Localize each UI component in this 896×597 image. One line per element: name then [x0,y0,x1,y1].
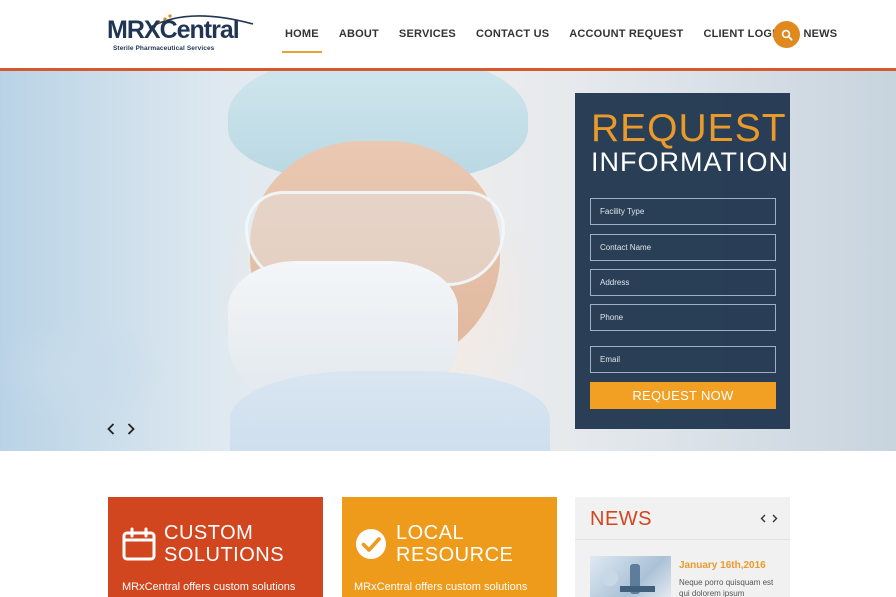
chevron-left-icon [760,514,766,522]
logo-wordmark: MRXCentral [107,16,240,44]
news-prev-button[interactable] [758,512,768,524]
main-nav: HOME ABOUT SERVICES CONTACT US ACCOUNT R… [275,0,847,68]
custom-solutions-box[interactable]: CUSTOM SOLUTIONS MRxCentral offers custo… [108,497,323,597]
news-thumbnail[interactable] [590,556,671,597]
news-date: January 16th,2016 [679,560,766,571]
contact-name-field[interactable] [590,234,776,261]
site-header: MRXCentral Sterile Pharmaceutical Servic… [0,0,896,68]
form-title-request: REQUEST [591,107,787,150]
microscope-image [602,564,655,594]
local-title-line1: LOCAL [396,522,465,544]
phone-field[interactable] [590,304,776,331]
search-icon [781,29,793,41]
custom-title-line1: CUSTOM [164,522,254,544]
news-excerpt: Neque porro quisquam est qui dolorem ips… [679,578,774,597]
logo[interactable]: MRXCentral Sterile Pharmaceutical Servic… [107,12,254,56]
hero-prev-button[interactable] [104,421,118,437]
logo-tagline: Sterile Pharmaceutical Services [113,45,215,52]
news-next-button[interactable] [770,512,780,524]
nav-item-account-request[interactable]: ACCOUNT REQUEST [559,0,693,68]
request-now-button[interactable]: REQUEST NOW [590,382,776,409]
logo-mrx: MRX [107,16,161,44]
hero-image-coat [230,371,550,451]
local-resource-box[interactable]: LOCAL RESOURCE MRxCentral offers custom … [342,497,557,597]
hero-next-button[interactable] [124,421,138,437]
address-field[interactable] [590,269,776,296]
local-resource-text: MRxCentral offers custom solutions [354,581,528,593]
request-information-form: REQUEST INFORMATION REQUEST NOW [575,93,790,429]
local-title-line2: RESOURCE [396,544,514,566]
facility-type-field[interactable] [590,198,776,225]
local-resource-title: LOCAL RESOURCE [396,522,513,566]
search-button[interactable] [773,21,800,48]
nav-item-news[interactable]: NEWS [794,0,848,68]
email-field[interactable] [590,346,776,373]
custom-solutions-text: MRxCentral offers custom solutions [122,581,296,593]
chevron-left-icon [107,423,115,435]
news-divider [575,539,790,540]
custom-solutions-title: CUSTOM SOLUTIONS [164,522,284,566]
form-title-information: INFORMATION [591,147,789,177]
news-widget: NEWS January 16th,2016 Neque porro quisq… [575,497,790,597]
nav-item-services[interactable]: SERVICES [389,0,466,68]
nav-item-home[interactable]: HOME [275,0,329,68]
chevron-right-icon [772,514,778,522]
chevron-right-icon [127,423,135,435]
nav-item-contact-us[interactable]: CONTACT US [466,0,559,68]
custom-title-line2: SOLUTIONS [164,544,285,566]
news-title: NEWS [590,508,652,530]
calendar-icon [122,527,156,561]
nav-item-about[interactable]: ABOUT [329,0,389,68]
logo-central: Central [159,16,240,44]
check-circle-icon [356,529,386,559]
